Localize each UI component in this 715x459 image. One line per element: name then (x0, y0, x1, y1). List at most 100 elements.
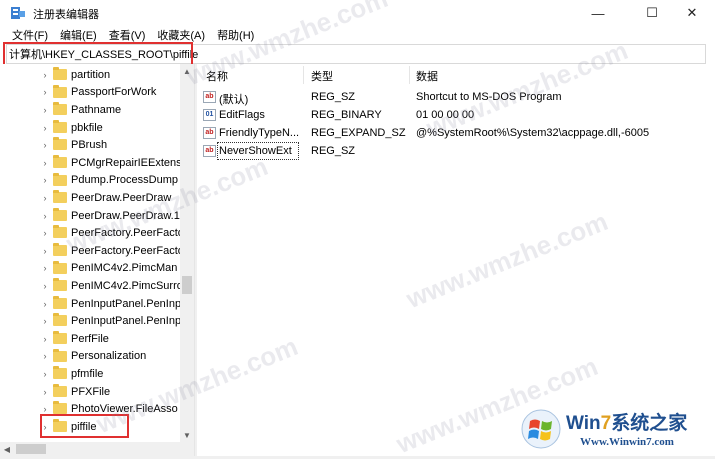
menu-help[interactable]: 帮助(H) (211, 27, 260, 43)
tree-item-label: PenIMC4v2.PimcSurro (71, 279, 180, 292)
menu-view[interactable]: 查看(V) (103, 27, 152, 43)
tree-item[interactable]: › Pdump.ProcessDump (0, 172, 180, 190)
minimize-icon: — (591, 5, 605, 21)
tree-item-label: PassportForWork (71, 86, 157, 99)
scroll-thumb[interactable] (182, 276, 192, 294)
string-value-icon: ab (203, 91, 216, 103)
tree-item[interactable]: › PenInputPanel.PenInp (0, 295, 180, 313)
chevron-right-icon[interactable]: › (41, 172, 49, 189)
tree-item-label: PFXFile (71, 385, 111, 398)
column-header-name[interactable]: 名称 (206, 68, 228, 84)
folder-icon (53, 331, 67, 344)
chevron-right-icon[interactable]: › (41, 154, 49, 171)
chevron-right-icon[interactable]: › (41, 242, 49, 259)
value-row[interactable]: 01 EditFlags REG_BINARY 01 00 00 00 (197, 106, 715, 124)
chevron-right-icon[interactable]: › (41, 207, 49, 224)
value-type: REG_BINARY (311, 109, 382, 121)
chevron-right-icon[interactable]: › (41, 330, 49, 347)
value-type: REG_EXPAND_SZ (311, 127, 406, 139)
folder-icon (53, 137, 67, 151)
tree-item[interactable]: › PeerDraw.PeerDraw (0, 189, 180, 207)
chevron-right-icon[interactable]: › (41, 348, 49, 365)
tree-item-label: Pathname (71, 103, 122, 116)
tree-item-label: PerfFile (71, 332, 109, 345)
tree-item-label: partition (71, 68, 111, 81)
tree-item[interactable]: › pfmfile (0, 365, 180, 383)
tree-item[interactable]: › PeerFactory.PeerFacto (0, 224, 180, 242)
tree-item-label: pfmfile (71, 367, 104, 380)
tree-item-label: PenInputPanel.PenInp (71, 315, 180, 328)
tree-item[interactable]: › Pathname (0, 101, 180, 119)
value-row[interactable]: ab (默认) REG_SZ Shortcut to MS-DOS Progra… (197, 88, 715, 106)
tree-item[interactable]: › PFXFile (0, 383, 180, 401)
string-value-icon: ab (203, 145, 216, 157)
values-list: 名称 类型 数据 ab (默认) REG_SZ Shortcut to MS-D… (197, 64, 715, 456)
value-name: NeverShowExt (217, 142, 299, 160)
tree-item[interactable]: › PeerDraw.PeerDraw.1 (0, 207, 180, 225)
menu-edit[interactable]: 编辑(E) (54, 27, 103, 43)
tree-item[interactable]: › PBrush (0, 136, 180, 154)
column-header-type[interactable]: 类型 (311, 68, 333, 84)
folder-icon (53, 243, 67, 256)
value-name: EditFlags (219, 109, 265, 121)
scroll-up-icon[interactable]: ▲ (180, 64, 194, 78)
tree-item-label: PeerDraw.PeerDraw.1 (71, 209, 180, 222)
folder-icon (53, 190, 67, 204)
tree-item-label: PeerDraw.PeerDraw (71, 191, 172, 204)
folder-icon (53, 102, 67, 116)
tree-item[interactable]: › PassportForWork (0, 84, 180, 102)
tree-item[interactable]: › PenIMC4v2.PimcSurro (0, 277, 180, 295)
value-data: 01 00 00 00 (416, 109, 475, 121)
chevron-right-icon[interactable]: › (41, 277, 49, 294)
value-row-focused[interactable]: ab NeverShowExt REG_SZ (197, 142, 715, 160)
tree-vertical-scrollbar[interactable]: ▲ ▼ (180, 64, 194, 442)
menu-favorites[interactable]: 收藏夹(A) (151, 27, 211, 43)
selected-key-highlight-box (40, 414, 129, 438)
chevron-right-icon[interactable]: › (41, 189, 49, 206)
value-name: (默认) (219, 94, 249, 106)
value-data: @%SystemRoot%\System32\acppage.dll,-6005 (416, 127, 650, 139)
column-divider[interactable] (409, 66, 410, 84)
chevron-right-icon[interactable]: › (41, 365, 49, 382)
brand-name-prefix: Win (566, 413, 601, 434)
tree-item-label: PBrush (71, 139, 108, 152)
folder-icon (53, 366, 67, 380)
tree-item[interactable]: › pbkfile (0, 119, 180, 137)
chevron-right-icon[interactable]: › (41, 119, 49, 136)
chevron-right-icon[interactable]: › (41, 101, 49, 118)
scroll-left-icon[interactable]: ◀ (0, 442, 14, 456)
tree-item[interactable]: › PCMgrRepairIEExtens (0, 154, 180, 172)
chevron-right-icon[interactable]: › (41, 66, 49, 83)
tree-item[interactable]: › PeerFactory.PeerFacto (0, 242, 180, 260)
scroll-down-icon[interactable]: ▼ (180, 428, 194, 442)
chevron-right-icon[interactable]: › (41, 295, 49, 312)
chevron-right-icon[interactable]: › (41, 84, 49, 101)
chevron-right-icon[interactable]: › (41, 260, 49, 277)
tree-item[interactable]: › Personalization (0, 348, 180, 366)
folder-icon (53, 401, 67, 415)
tree-item[interactable]: › PenInputPanel.PenInp (0, 312, 180, 330)
chevron-right-icon[interactable]: › (41, 225, 49, 242)
value-data: Shortcut to MS-DOS Program (416, 91, 562, 103)
site-brand-logo: Win7系统之家 Www.Winwin7.com (520, 402, 715, 459)
tree-horizontal-scrollbar[interactable]: ◀ (0, 442, 194, 456)
column-divider[interactable] (303, 66, 304, 84)
address-highlight-box (3, 42, 193, 66)
tree-item[interactable]: › PerfFile (0, 330, 180, 348)
folder-icon (53, 155, 67, 168)
value-row[interactable]: ab FriendlyTypeN... REG_EXPAND_SZ @%Syst… (197, 124, 715, 142)
minimize-button[interactable]: — (575, 0, 621, 26)
close-button[interactable]: ✕ (669, 0, 715, 26)
tree-item-label: PeerFactory.PeerFacto (71, 244, 180, 257)
scroll-thumb-horizontal[interactable] (16, 444, 46, 454)
tree-item[interactable]: › partition (0, 66, 180, 84)
chevron-right-icon[interactable]: › (41, 313, 49, 330)
tree-item-label: Personalization (71, 350, 147, 363)
chevron-right-icon[interactable]: › (41, 137, 49, 154)
menu-file[interactable]: 文件(F) (0, 27, 54, 43)
column-header-data[interactable]: 数据 (416, 68, 438, 84)
key-tree: › partition › PassportForWork › Pathname › p… (0, 64, 194, 442)
brand-name-seven: 7 (600, 413, 612, 434)
chevron-right-icon[interactable]: › (41, 383, 49, 400)
tree-item[interactable]: › PenIMC4v2.PimcMan (0, 260, 180, 278)
